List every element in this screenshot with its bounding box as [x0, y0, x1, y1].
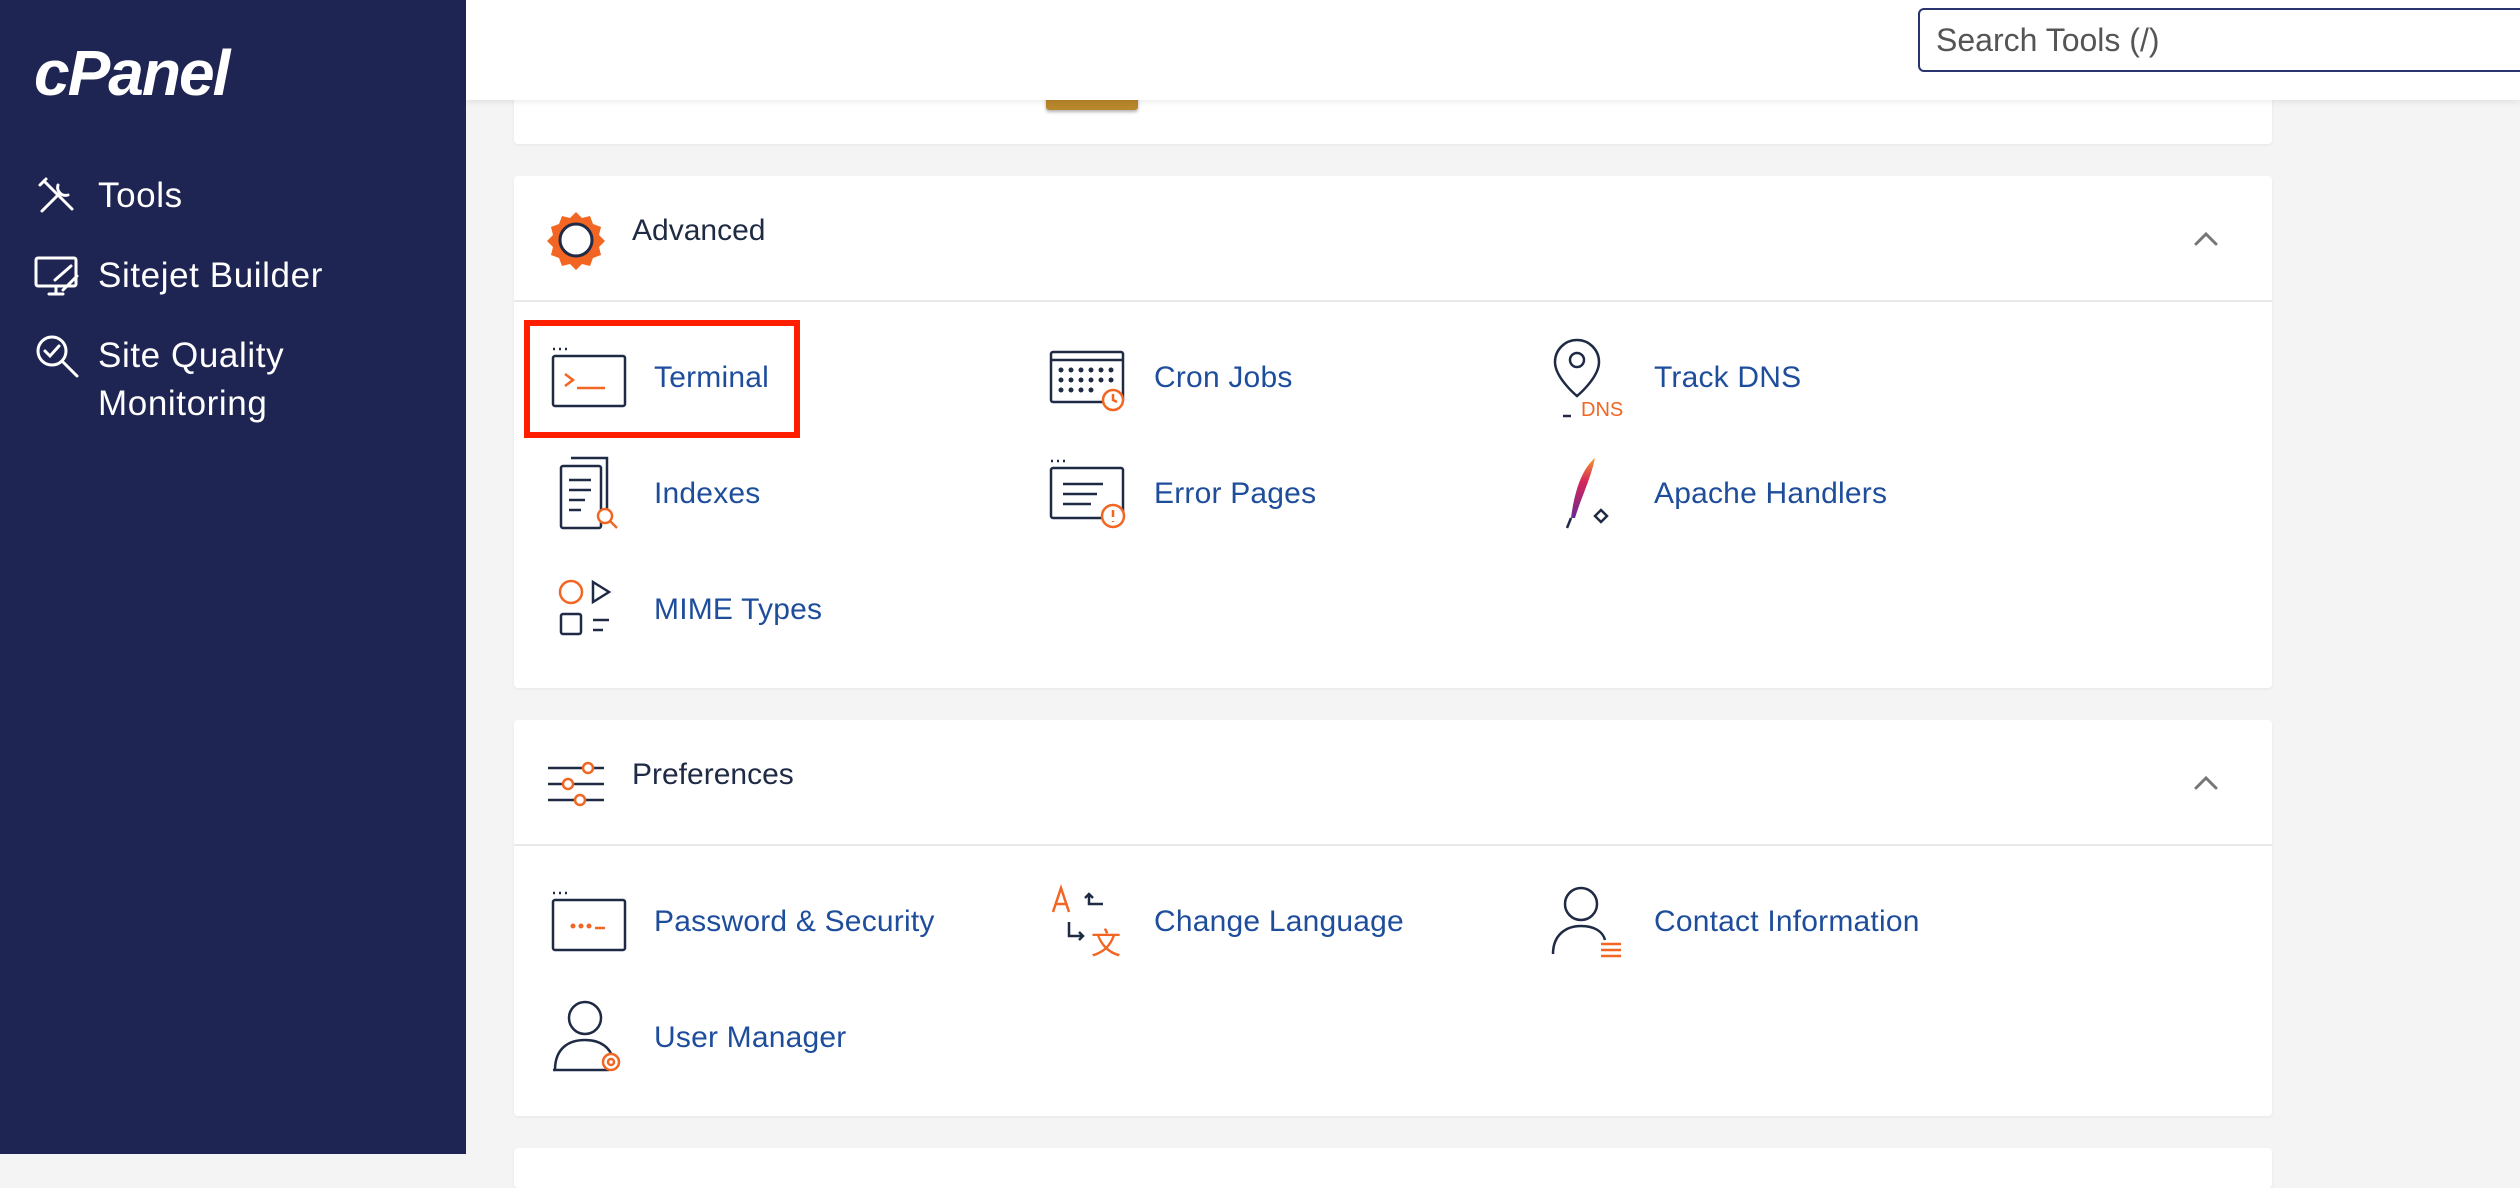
tool-label: Cron Jobs — [1154, 361, 1293, 394]
tool-label: Indexes — [654, 477, 761, 510]
tool-label: User Manager — [654, 1021, 847, 1054]
sidebar-item-sitejet-builder[interactable]: Sitejet Builder — [32, 252, 428, 300]
password-window-icon — [544, 877, 634, 967]
shapes-icon — [544, 565, 634, 655]
section-header[interactable]: Advanced — [514, 176, 2272, 302]
tool-label: Track DNS — [1654, 361, 1802, 394]
calendar-clock-icon — [1044, 333, 1134, 423]
chevron-up-icon[interactable] — [2186, 762, 2226, 802]
magnifier-check-icon — [32, 332, 82, 380]
monitor-pen-icon — [32, 252, 82, 300]
tool-contact-information[interactable]: Contact Information — [1544, 872, 1920, 972]
tool-label: Terminal — [654, 361, 769, 394]
tool-error-pages[interactable]: Error Pages — [1044, 444, 1316, 544]
tool-change-language[interactable]: 文 Change Language — [1044, 872, 1404, 972]
next-panel-fragment — [514, 1148, 2272, 1188]
tool-label: Apache Handlers — [1654, 477, 1888, 510]
section-title: Advanced — [632, 214, 766, 247]
svg-text:文: 文 — [1091, 927, 1121, 962]
terminal-icon — [544, 333, 634, 423]
tool-label: Contact Information — [1654, 905, 1920, 938]
section-header[interactable]: Preferences — [514, 720, 2272, 846]
dns-badge: DNS — [1581, 399, 1623, 420]
sliders-icon — [544, 752, 608, 816]
tool-mime-types[interactable]: MIME Types — [544, 560, 822, 660]
section-advanced: Advanced Terminal Cron Jobs DNS Track DN… — [514, 176, 2272, 688]
cpanel-logo[interactable]: cPanel — [34, 36, 230, 110]
tool-user-manager[interactable]: User Manager — [544, 988, 846, 1088]
tool-track-dns[interactable]: DNS Track DNS — [1544, 328, 1801, 428]
tool-terminal[interactable]: Terminal — [544, 328, 769, 428]
chevron-up-icon[interactable] — [2186, 218, 2226, 258]
tools-icon — [32, 172, 82, 220]
tool-cron-jobs[interactable]: Cron Jobs — [1044, 328, 1293, 428]
tool-apache-handlers[interactable]: Apache Handlers — [1544, 444, 1887, 544]
sidebar-item-site-quality-monitoring[interactable]: Site Quality Monitoring — [32, 332, 428, 428]
section-title: Preferences — [632, 758, 794, 791]
section-preferences: Preferences Password & Security 文 Change… — [514, 720, 2272, 1116]
translate-icon: 文 — [1044, 877, 1134, 967]
map-pin-dns-icon: DNS — [1544, 333, 1634, 423]
feather-icon — [1544, 449, 1634, 539]
search-input[interactable] — [1918, 8, 2520, 72]
tool-label: MIME Types — [654, 593, 823, 626]
sidebar: cPanel Tools Sitejet Builder Site Qualit… — [0, 0, 466, 1154]
window-warning-icon — [1044, 449, 1134, 539]
sidebar-item-label: Site Quality Monitoring — [98, 336, 285, 423]
user-gear-icon — [544, 993, 634, 1083]
tool-indexes[interactable]: Indexes — [544, 444, 760, 544]
tool-label: Password & Security — [654, 905, 935, 938]
tool-label: Error Pages — [1154, 477, 1317, 510]
sidebar-item-tools[interactable]: Tools — [32, 172, 428, 220]
document-search-icon — [544, 449, 634, 539]
tool-password-security[interactable]: Password & Security — [544, 872, 935, 972]
tool-label: Change Language — [1154, 905, 1404, 938]
sidebar-item-label: Sitejet Builder — [98, 256, 323, 295]
gear-icon — [544, 208, 608, 272]
user-list-icon — [1544, 877, 1634, 967]
sidebar-item-label: Tools — [98, 176, 183, 215]
